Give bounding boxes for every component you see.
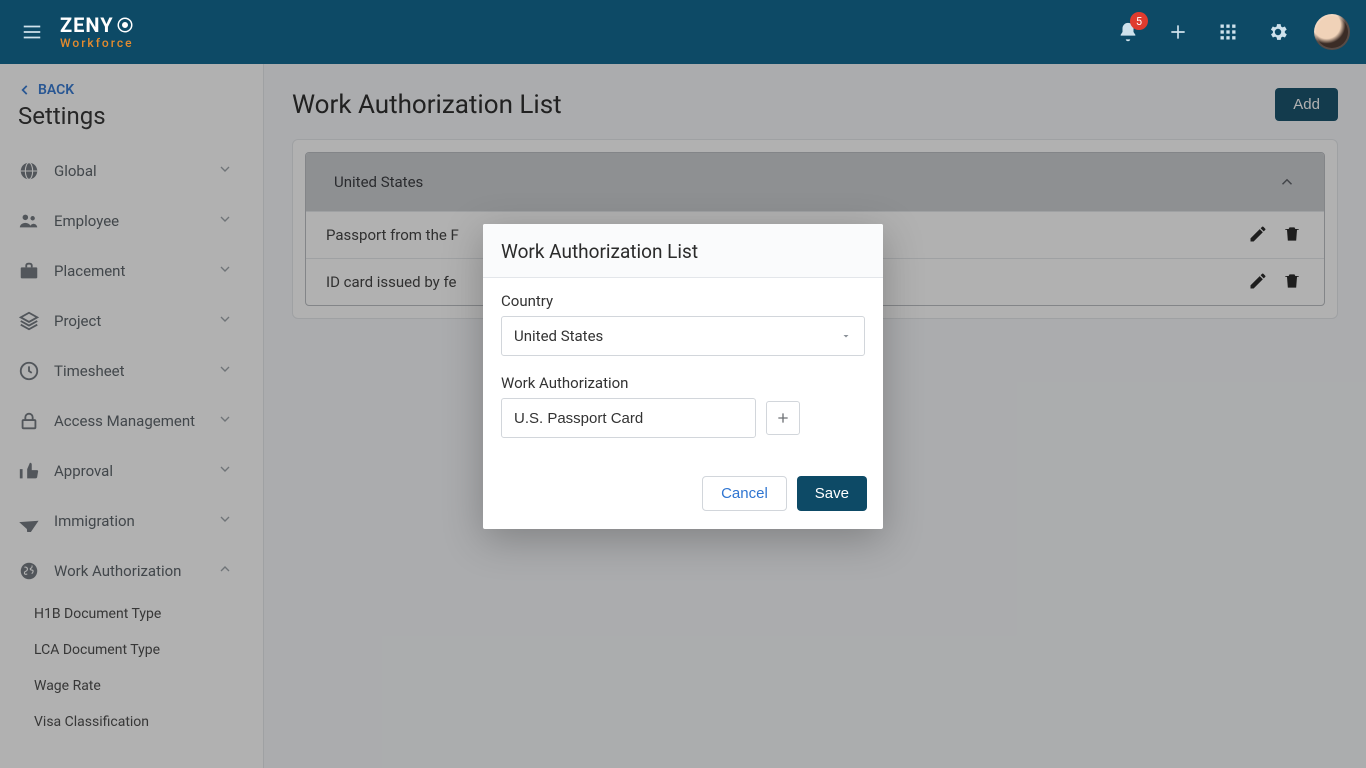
modal-title: Work Authorization List — [483, 224, 883, 278]
cancel-button[interactable]: Cancel — [702, 476, 787, 511]
notif-badge: 5 — [1130, 12, 1148, 30]
brand-eye-icon — [116, 16, 134, 34]
apps-button[interactable] — [1214, 18, 1242, 46]
modal: Work Authorization List Country United S… — [483, 224, 883, 529]
plus-icon — [775, 410, 791, 426]
wa-input[interactable] — [501, 398, 756, 438]
caret-down-icon — [840, 330, 852, 342]
brand-sub: Workforce — [60, 37, 134, 49]
notifications-button[interactable]: 5 — [1114, 18, 1142, 46]
hamburger-menu[interactable] — [12, 12, 52, 52]
topbar: ZENY Workforce 5 — [0, 0, 1366, 64]
country-select-value: United States — [514, 327, 603, 345]
country-select[interactable]: United States — [501, 316, 865, 356]
wa-add-button[interactable] — [766, 401, 800, 435]
avatar[interactable] — [1314, 14, 1350, 50]
menu-icon — [21, 21, 43, 43]
plus-icon — [1168, 22, 1188, 42]
wa-field-label: Work Authorization — [501, 374, 865, 392]
country-field-label: Country — [501, 292, 865, 310]
save-button[interactable]: Save — [797, 476, 867, 511]
add-button[interactable] — [1164, 18, 1192, 46]
gear-icon — [1267, 21, 1289, 43]
brand-logo: ZENY Workforce — [60, 15, 134, 49]
modal-overlay[interactable]: Work Authorization List Country United S… — [0, 64, 1366, 768]
settings-button[interactable] — [1264, 18, 1292, 46]
apps-grid-icon — [1218, 22, 1238, 42]
brand-main: ZENY — [60, 15, 114, 35]
